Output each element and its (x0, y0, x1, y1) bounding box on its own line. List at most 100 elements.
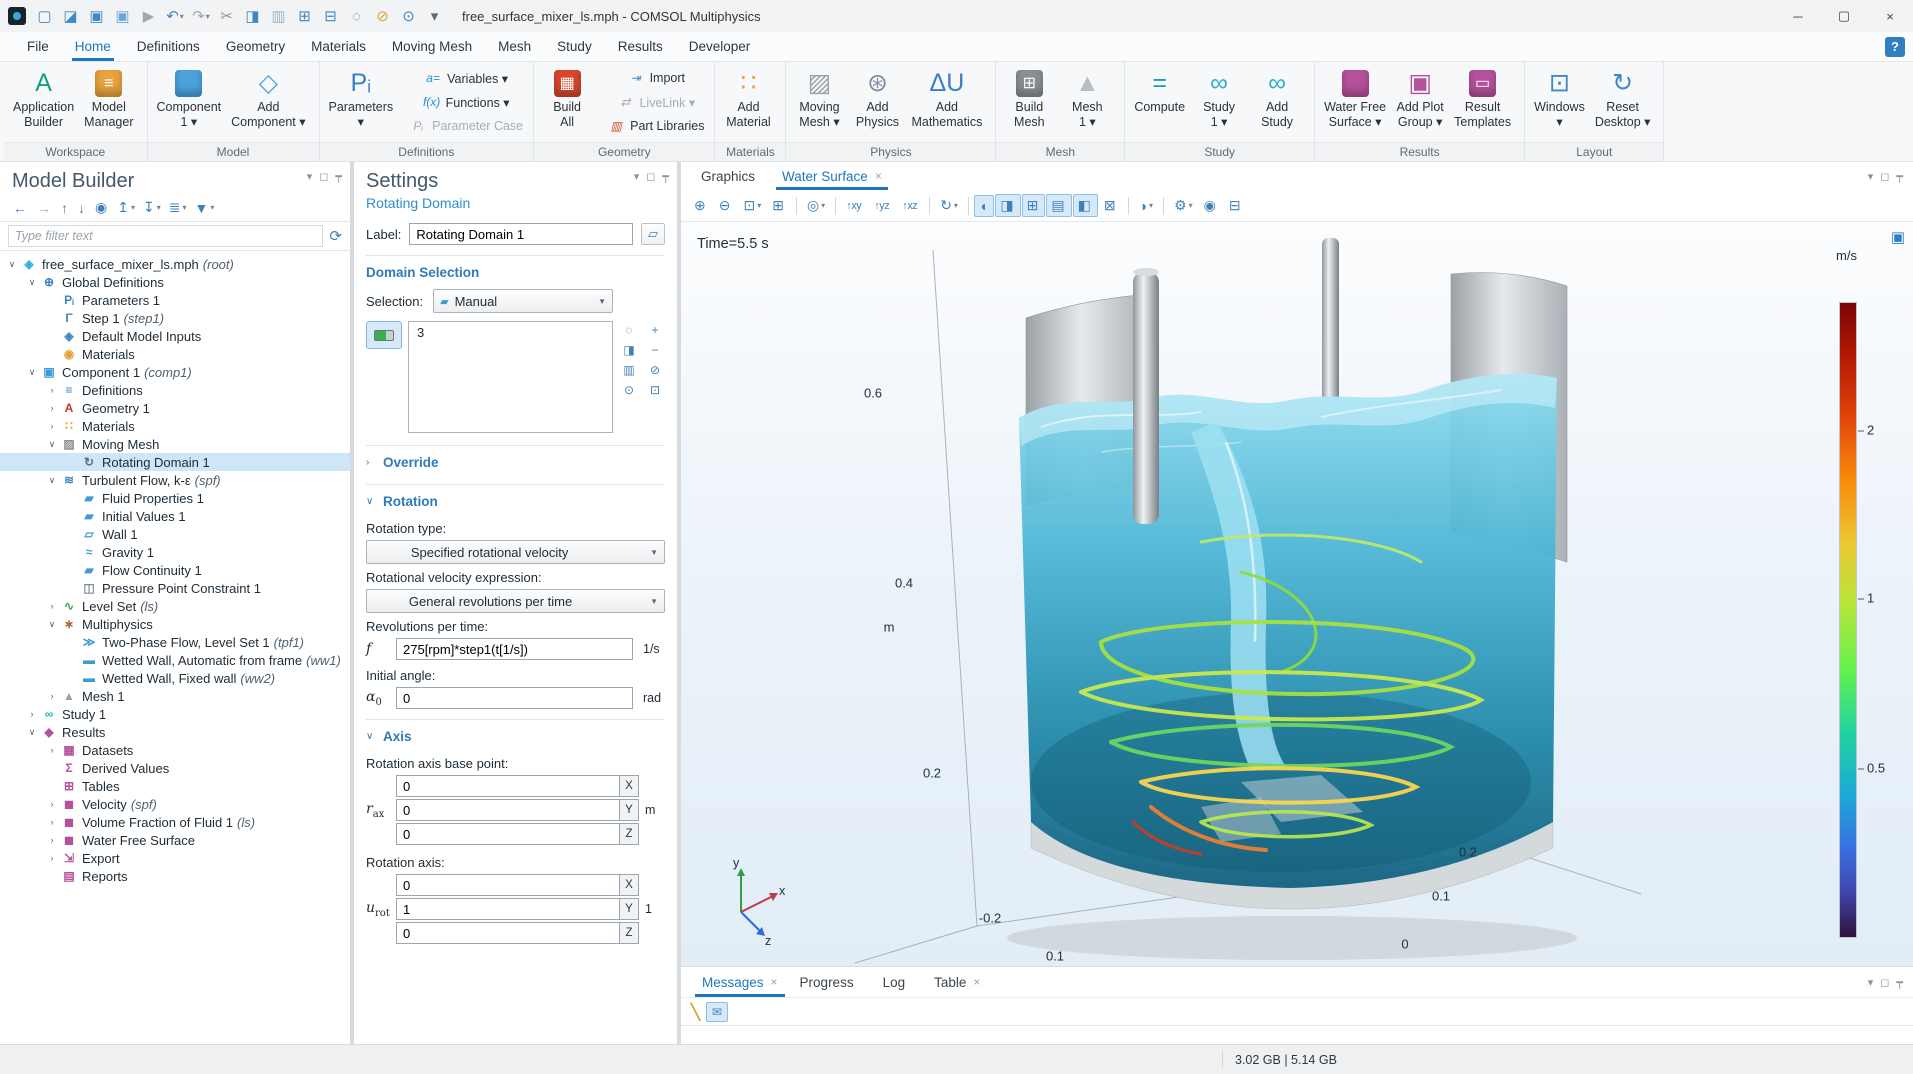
tree-item-wetted-wall-1[interactable]: ▬ Wetted Wall, Automatic from frame (ww1… (0, 651, 350, 669)
duplicate-icon[interactable]: ⊞ (292, 4, 318, 28)
rotation-type-dropdown[interactable]: Specified rotational velocity ▼ (366, 540, 665, 564)
tree-twisty-icon[interactable]: ∨ (44, 475, 60, 486)
view-xz-icon[interactable]: ↑xz (897, 197, 924, 215)
print-icon[interactable]: ⊟ (1224, 194, 1248, 217)
tree-twisty-icon[interactable]: ∨ (44, 619, 60, 630)
show-grid-icon[interactable]: ⊞ (1022, 194, 1046, 217)
menu-tab-definitions[interactable]: Definitions (124, 32, 213, 61)
tree-item-materials[interactable]: › ∷ Materials (0, 417, 350, 435)
zoom-in-icon[interactable]: ⊕ (689, 194, 713, 217)
build-mesh-button[interactable]: ⊞ Build Mesh (1000, 64, 1058, 140)
scene-light-icon[interactable]: ◖ (974, 195, 994, 217)
zoom-box-icon[interactable]: ⊡▾ (738, 194, 766, 217)
tree-item-definitions[interactable]: › ≡ Definitions (0, 381, 350, 399)
tree-twisty-icon[interactable]: ∨ (44, 439, 60, 450)
view-yz-icon[interactable]: ↑yz (869, 197, 896, 215)
collapse-all-icon[interactable]: ↧▾ (140, 198, 164, 217)
add-plot-group-button[interactable]: ▣ Add Plot Group ▾ (1391, 64, 1449, 140)
reset-desktop-button[interactable]: ↻ Reset Desktop ▾ (1590, 64, 1656, 140)
tree-twisty-icon[interactable]: › (44, 403, 60, 413)
add-to-selection-icon[interactable]: + (651, 323, 658, 337)
tree-item-moving-mesh[interactable]: ∨ ▨ Moving Mesh (0, 435, 350, 453)
panel-pin-icon[interactable]: ┯ (1896, 976, 1903, 989)
paste-selection-icon[interactable]: ▥ (623, 363, 634, 377)
copy-icon[interactable]: ◨ (240, 4, 266, 28)
section-axis[interactable]: ∨ Axis (366, 720, 665, 750)
tree-item-parameters-1[interactable]: Pᵢ Parameters 1 (0, 291, 350, 309)
tree-item-root[interactable]: ∨ ◈ free_surface_mixer_ls.mph (root) (0, 255, 350, 273)
part-libraries-button[interactable]: ▥ Part Libraries (600, 114, 710, 138)
environment-reflections-icon[interactable]: ◨ (995, 194, 1020, 217)
node-label-icon[interactable]: ≣▾ (166, 198, 190, 217)
tree-item-gravity-1[interactable]: ≈ Gravity 1 (0, 543, 350, 561)
import-button[interactable]: ⇥ Import (620, 66, 691, 90)
tree-twisty-icon[interactable]: ∨ (4, 259, 20, 270)
tree-twisty-icon[interactable]: › (44, 421, 60, 431)
remove-from-selection-icon[interactable]: − (651, 343, 658, 357)
build-all-button[interactable]: ▦ Build All (538, 64, 596, 140)
tree-item-two-phase-flow[interactable]: ≫ Two-Phase Flow, Level Set 1 (tpf1) (0, 633, 350, 651)
tree-twisty-icon[interactable]: › (44, 601, 60, 611)
close-icon[interactable]: × (771, 975, 778, 989)
rotate-view-icon[interactable]: ↻▾ (935, 194, 963, 217)
mesh-1-button[interactable]: ▲ Mesh 1 ▾ (1058, 64, 1116, 140)
rotation-axis-input[interactable] (396, 922, 619, 944)
menu-tab-mesh[interactable]: Mesh (485, 32, 544, 61)
tab-graphics[interactable]: Graphics (691, 162, 772, 190)
lock-icon[interactable]: ⊠ (1099, 194, 1123, 217)
application-builder-button[interactable]: A Application Builder (8, 64, 79, 140)
base-point-input[interactable] (396, 823, 619, 845)
tree-twisty-icon[interactable]: › (44, 691, 60, 701)
clear-selection-icon[interactable]: ⊘ (370, 4, 396, 28)
view-xy-icon[interactable]: ↑xy (841, 197, 868, 215)
tree-twisty-icon[interactable]: › (44, 835, 60, 845)
create-selection-button[interactable]: ▱ (641, 223, 665, 245)
tree-item-study-1[interactable]: › ∞ Study 1 (0, 705, 350, 723)
component-1-button[interactable]: Component 1 ▾ (152, 64, 227, 140)
tab-table[interactable]: Table × (923, 967, 991, 997)
tree-item-fluid-properties-1[interactable]: ▰ Fluid Properties 1 (0, 489, 350, 507)
compute-button[interactable]: = Compute (1129, 64, 1190, 140)
select-box-icon[interactable]: ⊡ (650, 383, 660, 397)
close-icon[interactable]: × (875, 169, 882, 183)
tree-item-step-1[interactable]: Γ Step 1 (step1) (0, 309, 350, 327)
close-button[interactable]: × (1867, 0, 1913, 32)
tree-twisty-icon[interactable]: › (44, 385, 60, 395)
tree-item-materials-global[interactable]: ◉ Materials (0, 345, 350, 363)
rotation-axis-input[interactable] (396, 898, 619, 920)
tree-item-wall-1[interactable]: ▱ Wall 1 (0, 525, 350, 543)
delete-icon[interactable]: ⊟ (318, 4, 344, 28)
base-point-input[interactable] (396, 775, 619, 797)
tree-item-level-set[interactable]: › ∿ Level Set (ls) (0, 597, 350, 615)
copy-selection-icon[interactable]: ◨ (623, 343, 634, 357)
open-file-icon[interactable]: ◪ (58, 4, 84, 28)
zoom-to-selection-icon[interactable]: ⊙ (624, 383, 634, 397)
tree-twisty-icon[interactable]: ∨ (24, 727, 40, 738)
add-study-button[interactable]: ∞ Add Study (1248, 64, 1306, 140)
functions-button[interactable]: f(x) Functions ▾ (416, 90, 516, 114)
water-free-surface-button[interactable]: Water Free Surface ▾ (1319, 64, 1391, 140)
panel-float-icon[interactable]: ◻ (646, 170, 655, 183)
new-file-icon[interactable]: ▢ (32, 4, 58, 28)
menu-tab-developer[interactable]: Developer (676, 32, 764, 61)
go-to-view-icon[interactable]: ◎▾ (802, 194, 830, 217)
tree-item-wetted-wall-2[interactable]: ▬ Wetted Wall, Fixed wall (ww2) (0, 669, 350, 687)
graphics-canvas[interactable]: Time=5.5 s m/s 2 1 0.5 (681, 222, 1913, 966)
add-component-button[interactable]: ◇ Add Component ▾ (226, 64, 310, 140)
add-physics-button[interactable]: ⊛ Add Physics (848, 64, 906, 140)
panel-float-icon[interactable]: ◻ (319, 170, 328, 183)
section-override[interactable]: › Override (366, 446, 665, 476)
save-as-icon[interactable]: ▣ (110, 4, 136, 28)
appearance-icon[interactable]: ◑▾ (1134, 195, 1158, 217)
panel-menu-icon[interactable]: ▾ (1868, 170, 1874, 183)
tree-twisty-icon[interactable]: › (44, 799, 60, 809)
expand-all-icon[interactable]: ↥▾ (114, 198, 138, 217)
moving-mesh-button[interactable]: ▨ Moving Mesh ▾ (790, 64, 848, 140)
tree-item-default-model-inputs[interactable]: ◈ Default Model Inputs (0, 327, 350, 345)
rotation-axis-input[interactable] (396, 874, 619, 896)
tree-item-multiphysics[interactable]: ∨ ∗ Multiphysics (0, 615, 350, 633)
tree-item-pressure-point-constraint-1[interactable]: ◫ Pressure Point Constraint 1 (0, 579, 350, 597)
revolutions-input[interactable] (396, 638, 633, 660)
tree-twisty-icon[interactable]: › (24, 709, 40, 719)
tree-item-initial-values-1[interactable]: ▰ Initial Values 1 (0, 507, 350, 525)
